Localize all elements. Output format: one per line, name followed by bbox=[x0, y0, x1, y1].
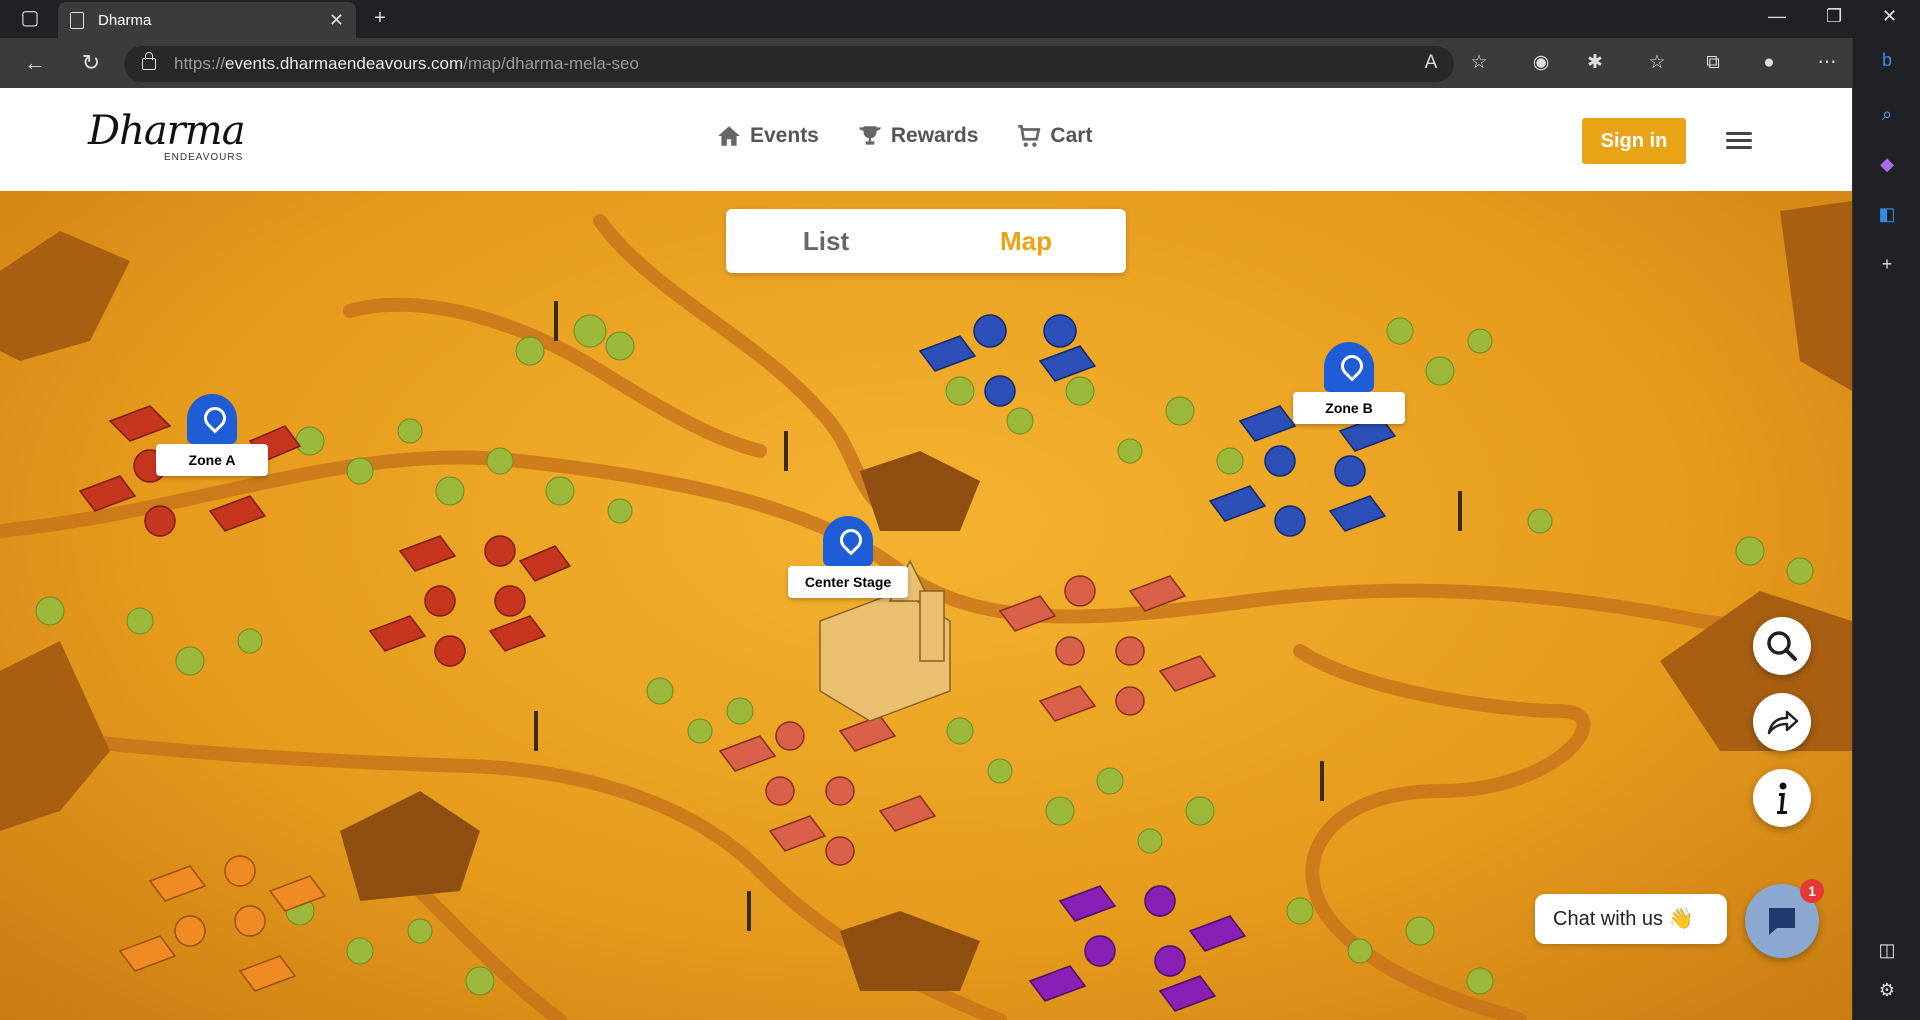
map-pin-icon bbox=[823, 516, 873, 566]
info-icon bbox=[1777, 782, 1787, 814]
cart-icon bbox=[1018, 124, 1041, 147]
settings-icon[interactable]: ⚙ bbox=[1875, 978, 1899, 1002]
url-path: /map/dharma-mela-seo bbox=[463, 54, 639, 73]
lock-icon bbox=[142, 52, 156, 70]
chat-prompt[interactable]: Chat with us 👋 bbox=[1535, 894, 1727, 944]
map-pin-icon bbox=[1324, 342, 1374, 392]
url-host: events.dharmaendeavours.com bbox=[225, 54, 464, 73]
logo-text: Dharma bbox=[88, 108, 246, 154]
logo-subtext: ENDEAVOURS bbox=[164, 152, 244, 163]
zone-marker-a[interactable]: Zone A bbox=[156, 394, 268, 476]
tab-title: Dharma bbox=[98, 11, 152, 29]
nav-cart-label: Cart bbox=[1050, 124, 1093, 147]
browser-toolbar: ← ↻ https://events.dharmaendeavours.com /… bbox=[0, 38, 1920, 88]
browser-tab[interactable]: Dharma ✕ bbox=[58, 2, 356, 38]
address-bar[interactable]: https://events.dharmaendeavours.com/map/… bbox=[124, 46, 1454, 82]
outlook-icon[interactable]: ◧ bbox=[1875, 202, 1899, 226]
search-icon bbox=[1767, 631, 1797, 661]
new-tab-icon[interactable]: + bbox=[370, 8, 390, 28]
browser-sidebar: b ⌕ ◆ ◧ + ◫ ⚙ bbox=[1852, 38, 1920, 1020]
copilot-icon[interactable]: b bbox=[1875, 48, 1899, 72]
map-pin-icon bbox=[187, 394, 237, 444]
collections-icon[interactable]: ⧉ bbox=[1702, 52, 1724, 74]
logo[interactable]: Dharma ENDEAVOURS bbox=[88, 108, 246, 172]
nav-rewards[interactable]: Rewards bbox=[857, 123, 979, 149]
zone-marker-b[interactable]: Zone B bbox=[1293, 342, 1405, 424]
menu-icon[interactable] bbox=[1726, 132, 1752, 150]
minimize-icon[interactable]: — bbox=[1768, 6, 1786, 27]
add-icon[interactable]: + bbox=[1875, 252, 1899, 276]
close-tab-icon[interactable]: ✕ bbox=[329, 10, 344, 31]
nav-events[interactable]: Events bbox=[716, 123, 819, 149]
favorite-add-icon[interactable]: ☆ bbox=[1468, 52, 1490, 74]
main-nav: Events Rewards Cart bbox=[716, 123, 1092, 149]
site-header: Dharma ENDEAVOURS Events Rewards Cart Si… bbox=[0, 88, 1852, 191]
map-view-tab[interactable]: Map bbox=[926, 209, 1126, 273]
zone-label: Zone B bbox=[1293, 392, 1405, 424]
restore-icon[interactable]: ❐ bbox=[1826, 6, 1842, 27]
sidebar-toggle-icon[interactable]: ◫ bbox=[1875, 938, 1899, 962]
more-icon[interactable]: ⋯ bbox=[1816, 52, 1838, 74]
reload-icon[interactable]: ↻ bbox=[78, 50, 104, 76]
url-scheme: https:// bbox=[174, 54, 226, 73]
map-search-button[interactable] bbox=[1753, 617, 1811, 675]
sign-in-button[interactable]: Sign in bbox=[1582, 118, 1686, 164]
page-icon bbox=[70, 11, 84, 29]
share-icon bbox=[1767, 710, 1799, 735]
chat-badge: 1 bbox=[1800, 879, 1824, 903]
designer-icon[interactable]: ◆ bbox=[1875, 152, 1899, 176]
profile-icon[interactable]: ● bbox=[1758, 52, 1780, 74]
tab-actions-icon[interactable]: ▢ bbox=[20, 8, 40, 28]
zone-label: Zone A bbox=[156, 444, 268, 476]
event-map[interactable]: List Map Zone A Zone B Center Stage Chat… bbox=[0, 191, 1852, 1020]
home-icon bbox=[718, 126, 740, 146]
info-button[interactable] bbox=[1753, 769, 1811, 827]
back-icon[interactable]: ← bbox=[22, 50, 48, 76]
read-aloud-icon[interactable]: A bbox=[1420, 52, 1442, 74]
zone-label: Center Stage bbox=[788, 566, 908, 598]
share-button[interactable] bbox=[1753, 693, 1811, 751]
page-content: Dharma ENDEAVOURS Events Rewards Cart Si… bbox=[0, 88, 1852, 1020]
list-view-tab[interactable]: List bbox=[726, 209, 926, 273]
browser-tab-bar: ▢ Dharma ✕ + — ❐ ✕ bbox=[0, 0, 1920, 38]
nav-cart[interactable]: Cart bbox=[1016, 123, 1092, 149]
nav-events-label: Events bbox=[750, 124, 819, 147]
extensions-icon[interactable]: ✱ bbox=[1584, 52, 1606, 74]
favorites-icon[interactable]: ☆ bbox=[1646, 52, 1668, 74]
zone-marker-center-stage[interactable]: Center Stage bbox=[788, 516, 908, 598]
close-window-icon[interactable]: ✕ bbox=[1882, 6, 1897, 27]
search-icon[interactable]: ⌕ bbox=[1875, 102, 1899, 126]
extension-icon[interactable]: ◉ bbox=[1530, 52, 1552, 74]
view-toggle: List Map bbox=[726, 209, 1126, 273]
trophy-icon bbox=[859, 126, 881, 145]
nav-rewards-label: Rewards bbox=[890, 124, 979, 147]
